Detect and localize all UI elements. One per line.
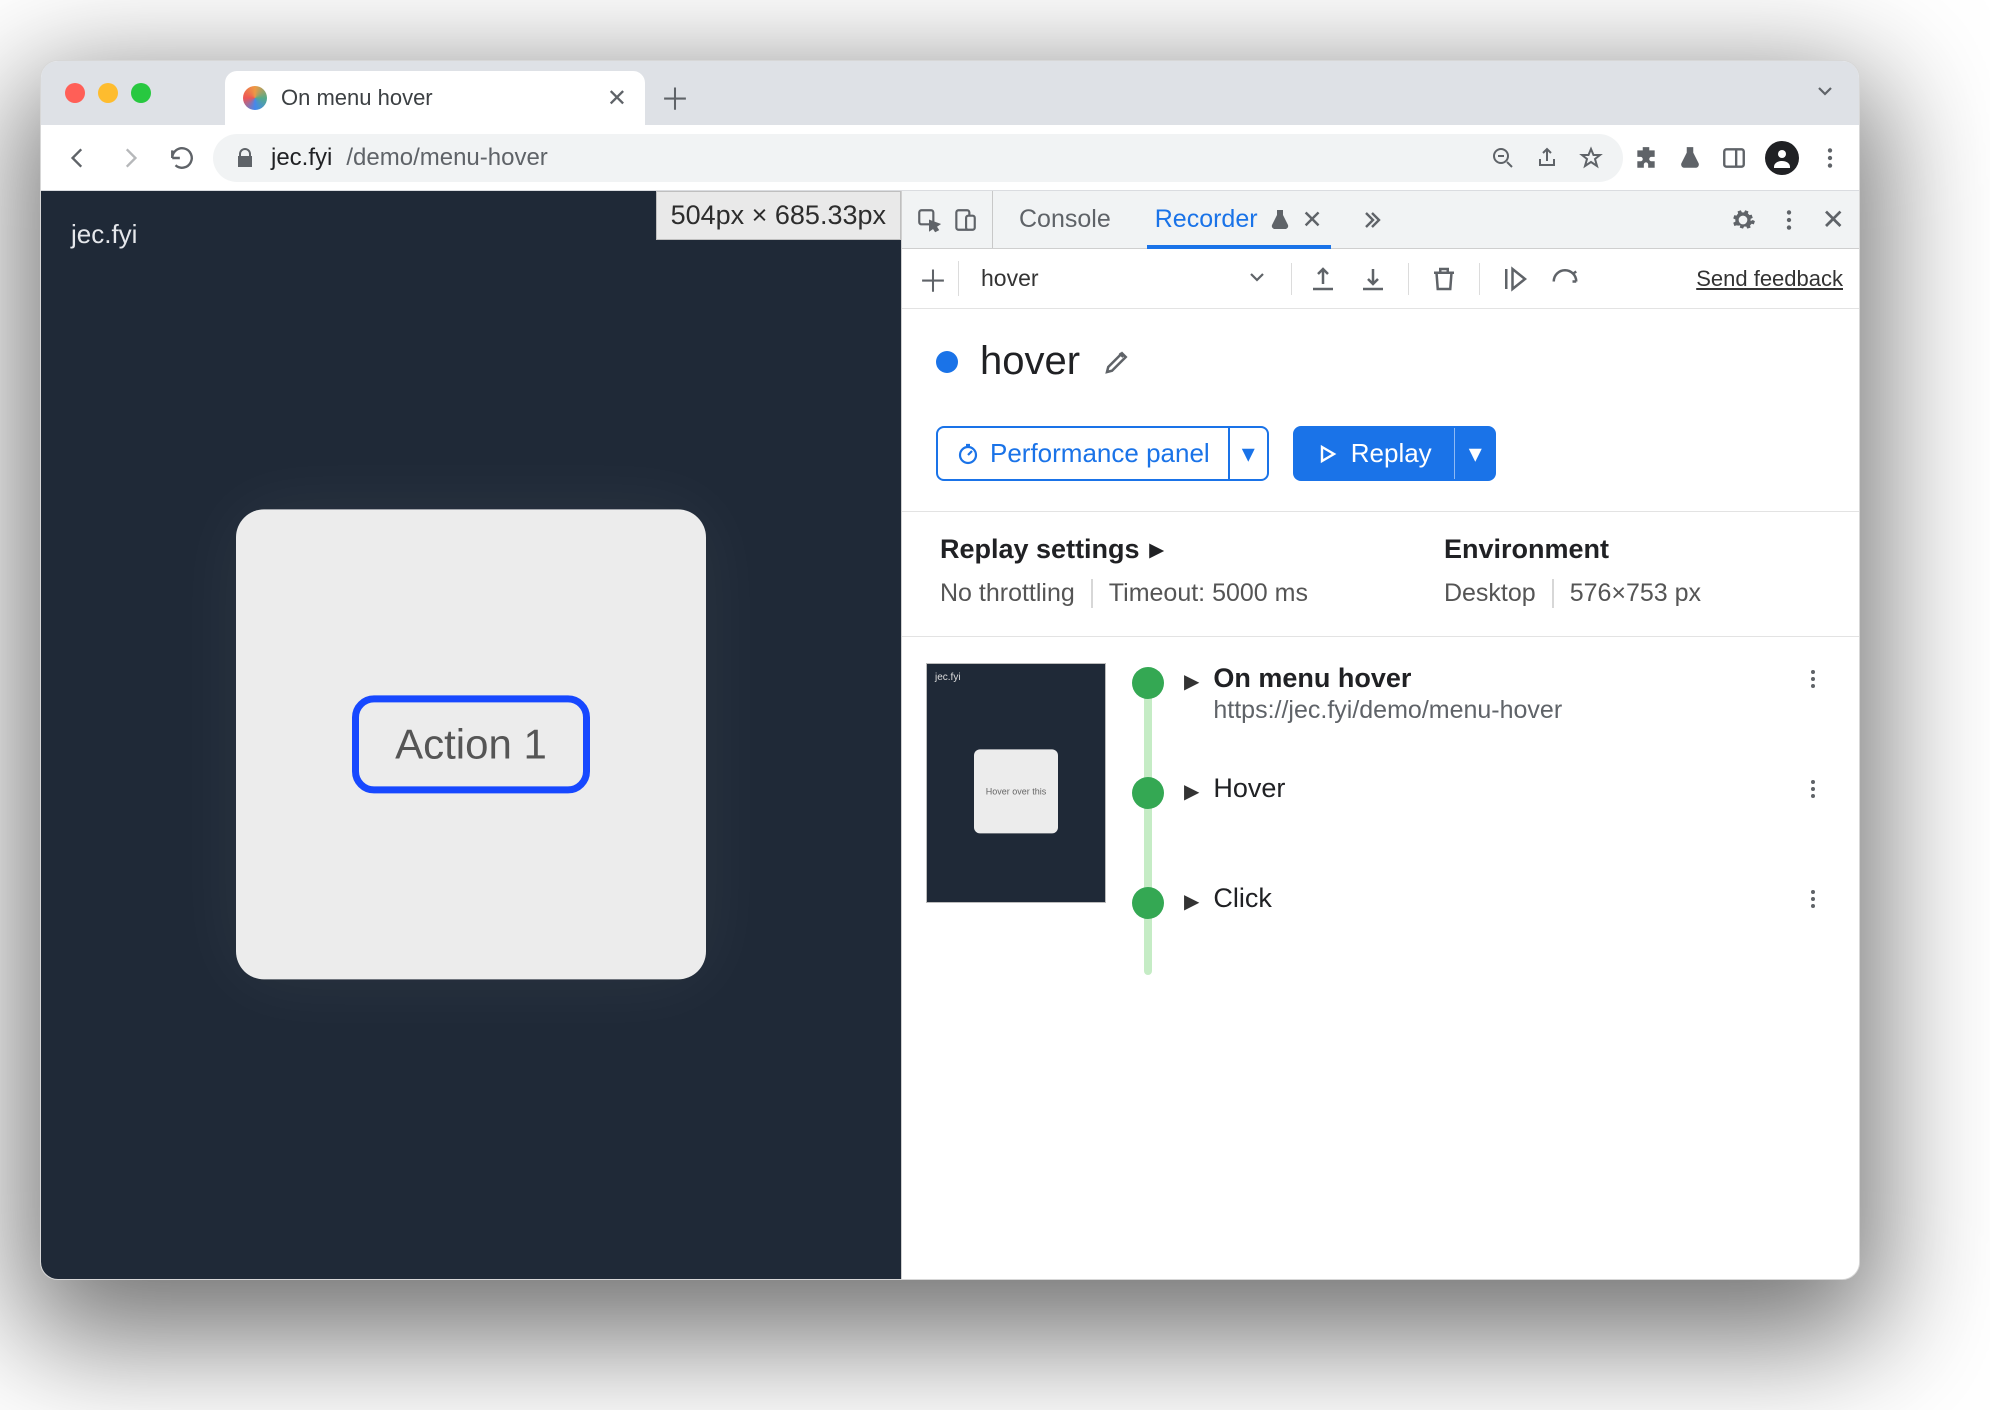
replay-dropdown[interactable]: ▾ (1454, 428, 1496, 479)
sidepanel-icon[interactable] (1721, 145, 1747, 171)
close-recorder-tab[interactable]: ✕ (1302, 205, 1323, 235)
url-path: /demo/menu-hover (346, 144, 547, 172)
step-thumbnail: jec.fyi Hover over this (926, 663, 1106, 903)
browser-window: On menu hover ✕ ＋ jec.fyi/demo/menu-hove… (40, 60, 1860, 1280)
recording-header: hover (902, 309, 1859, 402)
add-recording-button[interactable]: ＋ (918, 261, 959, 296)
export-icon[interactable] (1308, 264, 1338, 294)
recorder-toolbar: ＋ hover Send feedback (902, 249, 1859, 309)
tab-recorder[interactable]: Recorder ✕ (1137, 191, 1341, 248)
timeline-node (1132, 777, 1164, 809)
extensions-icon[interactable] (1633, 145, 1659, 171)
recorder-actions: Performance panel ▾ Replay ▾ (902, 402, 1859, 512)
recorder-body: hover Performance panel ▾ (902, 309, 1859, 1279)
device-toolbar-icon[interactable] (952, 207, 978, 233)
labs-icon[interactable] (1677, 145, 1703, 171)
delete-icon[interactable] (1429, 264, 1459, 294)
recorder-settings: Replay settings ▸ No throttling Timeout:… (902, 512, 1859, 637)
close-window-button[interactable] (65, 83, 85, 103)
reload-button[interactable] (161, 137, 203, 179)
tabs-menu-button[interactable] (1813, 79, 1837, 103)
performance-panel-button[interactable]: Performance panel ▾ (936, 426, 1269, 481)
demo-card: Action 1 (236, 509, 706, 979)
back-button[interactable] (57, 137, 99, 179)
tab-title: On menu hover (281, 85, 433, 111)
replay-button[interactable]: Replay ▾ (1293, 426, 1496, 481)
zoom-icon[interactable] (1491, 146, 1515, 170)
devtools-tabbar: Console Recorder ✕ ✕ (902, 191, 1859, 249)
minimize-window-button[interactable] (98, 83, 118, 103)
content-split: jec.fyi 504px × 685.33px Action 1 Consol… (41, 191, 1859, 1279)
new-tab-button[interactable]: ＋ (651, 73, 699, 121)
step-item[interactable]: ▶ On menu hover https://jec.fyi/demo/men… (1184, 663, 1835, 773)
tab-strip: On menu hover ✕ ＋ (41, 61, 1859, 125)
recording-steps: jec.fyi Hover over this ▶ (902, 637, 1859, 1019)
edit-title-button[interactable] (1102, 347, 1132, 377)
lock-icon (233, 146, 257, 170)
settings-gear-icon[interactable] (1730, 207, 1756, 233)
performance-dropdown[interactable]: ▾ (1228, 428, 1267, 479)
chrome-menu-button[interactable] (1817, 145, 1843, 171)
import-icon[interactable] (1358, 264, 1388, 294)
replay-slow-icon[interactable] (1550, 264, 1580, 294)
browser-tab[interactable]: On menu hover ✕ (225, 71, 645, 125)
viewport-dimensions-badge: 504px × 685.33px (656, 191, 901, 240)
address-bar[interactable]: jec.fyi/demo/menu-hover (213, 134, 1623, 182)
caret-right-icon: ▸ (1150, 534, 1164, 565)
throttling-value: No throttling (940, 579, 1091, 608)
step-menu-button[interactable] (1801, 663, 1825, 691)
timeline-node (1132, 887, 1164, 919)
close-tab-button[interactable]: ✕ (607, 84, 627, 113)
window-controls (65, 83, 151, 103)
tab-console[interactable]: Console (1001, 191, 1129, 248)
omnibox-actions (1491, 146, 1603, 170)
forward-button[interactable] (109, 137, 151, 179)
recording-status-dot (936, 351, 958, 373)
device-value: Desktop (1444, 579, 1552, 608)
page-brand: jec.fyi (71, 219, 137, 250)
flask-icon (1268, 208, 1292, 232)
rendered-page: jec.fyi 504px × 685.33px Action 1 (41, 191, 901, 1279)
expand-step-icon[interactable]: ▶ (1184, 883, 1199, 914)
share-icon[interactable] (1535, 146, 1559, 170)
recording-title: hover (980, 339, 1080, 384)
toolbar-actions (1633, 141, 1843, 175)
expand-step-icon[interactable]: ▶ (1184, 663, 1199, 694)
url-host: jec.fyi (271, 144, 332, 172)
step-replay-icon[interactable] (1500, 264, 1530, 294)
chevron-down-icon (1245, 265, 1269, 289)
step-menu-button[interactable] (1801, 773, 1825, 801)
step-item[interactable]: ▶ Hover (1184, 773, 1835, 883)
more-tabs-button[interactable] (1349, 208, 1393, 232)
inspect-element-icon[interactable] (916, 207, 942, 233)
step-item[interactable]: ▶ Click (1184, 883, 1835, 993)
send-feedback-link[interactable]: Send feedback (1696, 266, 1843, 292)
browser-toolbar: jec.fyi/demo/menu-hover (41, 125, 1859, 191)
expand-step-icon[interactable]: ▶ (1184, 773, 1199, 804)
action-1-button[interactable]: Action 1 (352, 695, 590, 793)
timeout-value: Timeout: 5000 ms (1091, 579, 1324, 608)
bookmark-star-icon[interactable] (1579, 146, 1603, 170)
maximize-window-button[interactable] (131, 83, 151, 103)
environment-heading: Environment (1444, 534, 1717, 565)
devtools-menu-button[interactable] (1776, 207, 1802, 233)
viewport-value: 576×753 px (1552, 579, 1717, 608)
favicon-icon (243, 86, 267, 110)
devtools-panel: Console Recorder ✕ ✕ ＋ hover (901, 191, 1859, 1279)
close-devtools-button[interactable]: ✕ (1822, 203, 1845, 236)
timeline-node (1132, 667, 1164, 699)
step-menu-button[interactable] (1801, 883, 1825, 911)
profile-avatar[interactable] (1765, 141, 1799, 175)
replay-settings-heading[interactable]: Replay settings ▸ (940, 534, 1324, 565)
recording-selector[interactable]: hover (975, 265, 1275, 292)
